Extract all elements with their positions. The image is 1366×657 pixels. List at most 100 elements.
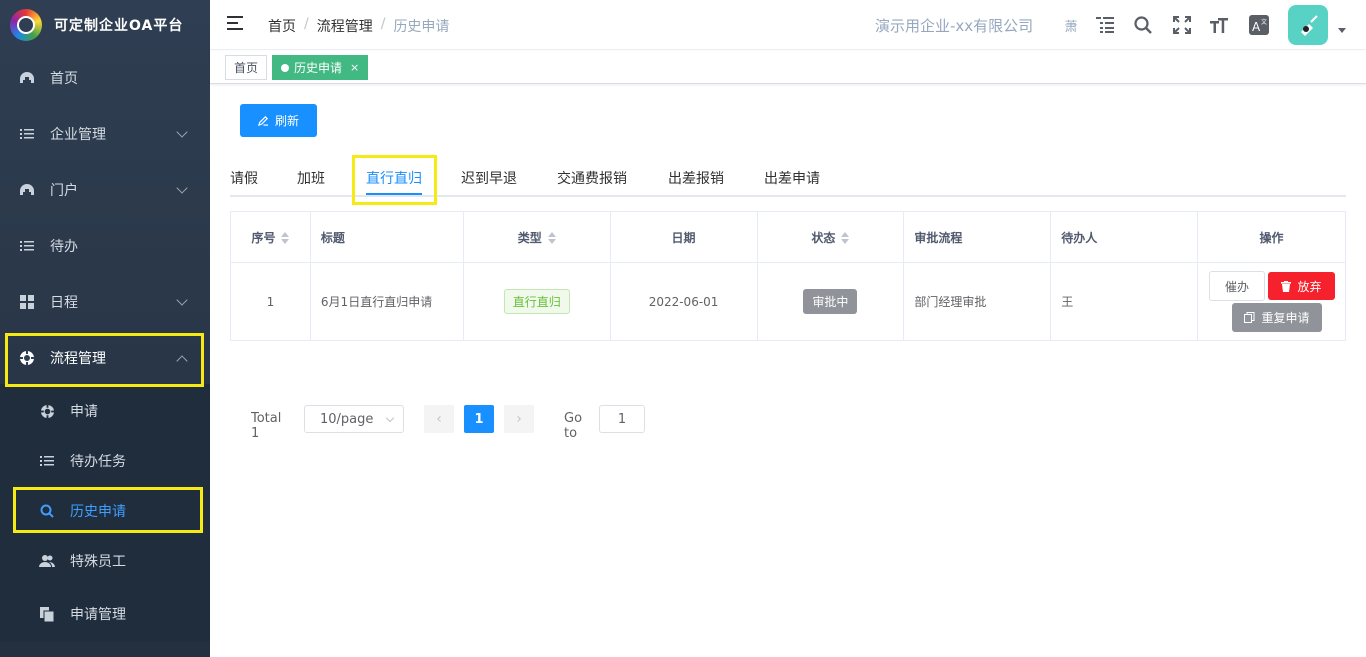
column-header: 待办人 [1050,211,1199,263]
reapply-label: 重复申请 [1261,311,1310,325]
edit-icon [257,115,269,126]
peoples-icon [39,553,55,569]
status-badge: 审批中 [803,289,858,314]
history-table: 序号 标题 类型 日期 状态 审批流程 待办人 操作 1 6月1日直行直归申请 … [230,211,1346,341]
sidebar-subitem-apply-manage[interactable]: 申请管理 [0,589,210,639]
column-header[interactable]: 类型 [462,211,611,263]
sidebar-item-portal[interactable]: 门户 [0,162,210,218]
tab-travel-apply[interactable]: 出差申请 [764,168,820,188]
sort-icon[interactable] [841,232,850,244]
tag-label: 历史申请 [294,61,343,75]
page-size-value: 10/page [320,411,374,427]
refresh-button[interactable]: 刷新 [240,104,317,137]
sort-icon[interactable] [547,232,556,244]
column-header: 操作 [1197,211,1346,263]
sidebar-item-process[interactable]: 流程管理 [0,330,210,386]
chevron-up-icon [176,355,188,367]
sidebar-item-label: 日程 [50,295,78,311]
hamburger-icon[interactable] [227,16,243,30]
tag-home[interactable]: 首页 [225,55,268,80]
search-icon [39,503,55,519]
type-tag: 直行直归 [503,289,570,314]
goto-page-input[interactable]: 1 [599,405,645,433]
list-icon [19,126,35,142]
tab-travel-reimburse[interactable]: 出差报销 [668,168,724,188]
sidebar-item-label: 门户 [50,183,78,199]
sidebar-item-schedule[interactable]: 日程 [0,274,210,330]
goto-label: Go to [564,411,583,441]
cell-index: 1 [230,262,311,341]
process-icon [39,403,55,419]
abandon-button[interactable]: 放弃 [1268,272,1335,300]
list-icon [39,453,55,469]
active-dot-icon [281,63,289,72]
breadcrumb-separator: / [380,16,386,32]
column-header: 标题 [309,211,464,263]
pagination-total: Total 1 [251,411,282,441]
sidebar-subitem-label: 申请管理 [70,607,126,623]
search-icon[interactable] [1132,14,1154,36]
breadcrumb-separator: / [304,16,309,32]
sidebar-subitem-todo-tasks[interactable]: 待办任务 [0,436,210,486]
next-page-button[interactable]: › [504,405,534,433]
prev-page-button[interactable]: ‹ [424,405,454,433]
table-row: 1 6月1日直行直归申请 直行直归 2022-06-01 审批中 部门经理审批 … [230,262,1346,341]
column-header[interactable]: 序号 [230,211,311,263]
breadcrumb-current: 历史申请 [393,19,450,35]
tab-direct-return[interactable]: 直行直归 [366,168,422,188]
translate-icon[interactable]: A文 [1248,14,1270,36]
breadcrumb-item[interactable]: 首页 [268,16,296,36]
cell-flow: 部门经理审批 [903,262,1052,341]
font-size-icon[interactable] [1208,14,1230,36]
svg-text:A: A [1252,20,1261,34]
chevron-down-icon [176,294,188,306]
dashboard-icon [19,182,35,198]
cell-date: 2022-06-01 [609,262,758,341]
sidebar-subitem-apply[interactable]: 申请 [0,386,210,436]
svg-text:文: 文 [1261,18,1267,26]
tab-overtime[interactable]: 加班 [297,168,325,188]
sidebar: 可定制企业OA平台 首页 企业管理 门户 待办 日程 流程管理 申请 待办任务 … [0,0,210,657]
page-size-select[interactable]: 10/page [304,405,404,433]
company-name: 演示用企业-xx有限公司 [875,17,1034,35]
caret-down-icon[interactable] [1338,28,1346,33]
refresh-label: 刷新 [274,114,299,128]
list-icon [19,238,35,254]
app-title: 可定制企业OA平台 [54,18,184,34]
urge-button[interactable]: 催办 [1209,271,1265,301]
sidebar-subitem-history[interactable]: 历史申请 [0,486,210,536]
sidebar-item-label: 企业管理 [50,127,106,143]
close-icon[interactable]: × [350,61,359,74]
column-header[interactable]: 状态 [756,211,905,263]
sidebar-item-home[interactable]: 首页 [0,50,210,106]
fullscreen-icon[interactable] [1171,14,1193,36]
table-header-row: 序号 标题 类型 日期 状态 审批流程 待办人 操作 [230,211,1346,263]
grid-icon [19,294,35,310]
sidebar-item-label: 待办 [50,239,78,255]
tag-history[interactable]: 历史申请 × [272,55,369,80]
sidebar-subitem-label: 特殊员工 [70,554,126,570]
page-number[interactable]: 1 [464,405,494,433]
sidebar-subitem-special-staff[interactable]: 特殊员工 [0,536,210,586]
avatar[interactable] [1288,5,1328,45]
chevron-down-icon [176,182,188,194]
sidebar-subitem-label: 待办任务 [70,454,126,470]
copy-icon [1244,312,1255,323]
dashboard-icon [19,70,35,86]
sidebar-item-label: 流程管理 [50,351,106,367]
sidebar-item-enterprise[interactable]: 企业管理 [0,106,210,162]
active-tab-indicator [366,193,422,195]
process-submenu: 申请 待办任务 历史申请 特殊员工 申请管理 [0,384,210,642]
breadcrumb: 首页 / 流程管理 / 历史申请 [268,16,449,36]
reapply-button[interactable]: 重复申请 [1232,303,1322,332]
tab-transport-reimburse[interactable]: 交通费报销 [557,168,627,188]
sidebar-item-todo[interactable]: 待办 [0,218,210,274]
tab-leave[interactable]: 请假 [230,168,258,188]
abandon-label: 放弃 [1297,279,1322,294]
sort-icon[interactable] [281,232,290,244]
tab-late-early[interactable]: 迟到早退 [461,168,517,188]
process-icon [19,350,35,366]
column-header: 审批流程 [903,211,1052,263]
tree-list-icon[interactable] [1094,14,1116,36]
breadcrumb-item[interactable]: 流程管理 [317,16,373,36]
